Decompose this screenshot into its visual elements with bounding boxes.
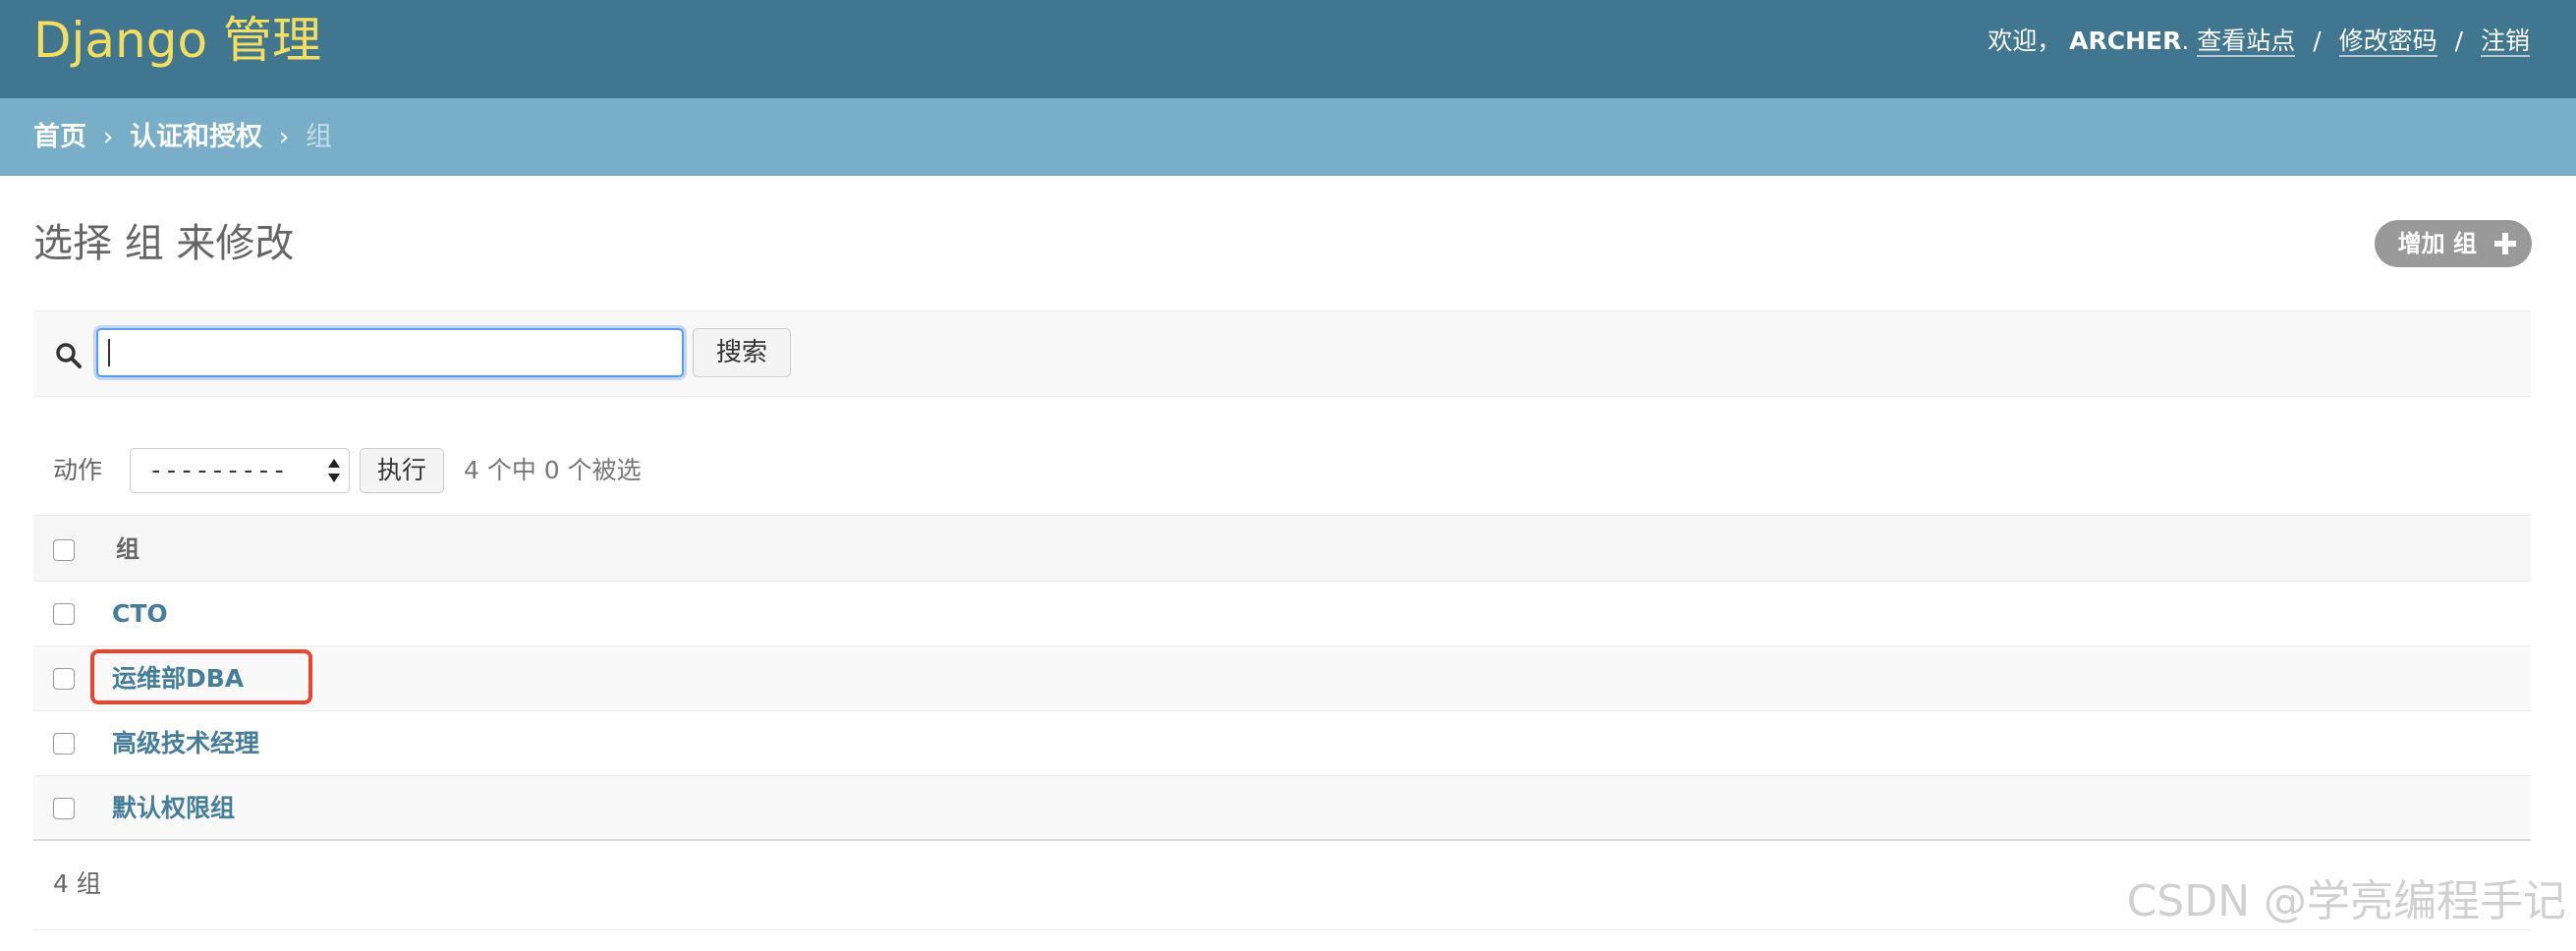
group-link[interactable]: CTO bbox=[112, 595, 168, 633]
logout-link[interactable]: 注销 bbox=[2480, 27, 2530, 57]
group-link[interactable]: 默认权限组 bbox=[112, 790, 235, 827]
watermark: CSDN @学亮编程手记 bbox=[2126, 876, 2566, 926]
breadcrumb-home[interactable]: 首页 bbox=[33, 122, 86, 152]
paginator: 4 组 bbox=[53, 869, 101, 898]
action-select-value: --------- bbox=[148, 456, 287, 485]
breadcrumb-app[interactable]: 认证和授权 bbox=[130, 122, 262, 152]
text-caret bbox=[108, 339, 110, 366]
breadcrumb-separator: › bbox=[278, 122, 290, 152]
select-arrows-icon bbox=[327, 459, 341, 482]
user-tools: 欢迎， ARCHER. 查看站点 / 修改密码 / 注销 bbox=[1988, 25, 2530, 58]
change-password-link[interactable]: 修改密码 bbox=[2338, 27, 2437, 57]
separator: / bbox=[2454, 27, 2464, 55]
add-group-button[interactable]: 增加 组 bbox=[2374, 220, 2532, 267]
actions-bar: 动作 --------- 执行 4 个中 0 个被选 bbox=[33, 444, 918, 497]
table-row: 高级技术经理 bbox=[33, 711, 2531, 776]
group-link[interactable]: 运维部DBA bbox=[112, 660, 244, 698]
plus-icon bbox=[2494, 233, 2516, 254]
username-suffix: . bbox=[2181, 27, 2190, 55]
page-title: 选择 组 来修改 bbox=[33, 221, 295, 266]
separator: / bbox=[2313, 27, 2322, 55]
group-link[interactable]: 高级技术经理 bbox=[112, 725, 259, 762]
row-checkbox[interactable] bbox=[53, 798, 75, 819]
action-go-button[interactable]: 执行 bbox=[360, 448, 444, 493]
add-group-label: 增加 组 bbox=[2397, 230, 2477, 257]
row-checkbox[interactable] bbox=[53, 733, 75, 755]
row-checkbox[interactable] bbox=[53, 668, 75, 690]
welcome-text: 欢迎， bbox=[1988, 27, 2062, 55]
breadcrumb-current: 组 bbox=[306, 122, 332, 152]
username: ARCHER bbox=[2069, 27, 2182, 55]
row-checkbox[interactable] bbox=[53, 603, 75, 625]
result-table: 组 CTO 运维部DBA 高级技术经理 默认权限组 bbox=[33, 515, 2531, 841]
column-header-group[interactable]: 组 bbox=[116, 531, 140, 567]
breadcrumb-separator: › bbox=[102, 122, 114, 152]
table-row: CTO bbox=[33, 582, 2531, 646]
select-all-checkbox[interactable] bbox=[53, 539, 75, 561]
header: Django 管理 欢迎， ARCHER. 查看站点 / 修改密码 / 注销 bbox=[0, 0, 2576, 98]
action-select[interactable]: --------- bbox=[130, 448, 350, 493]
site-title[interactable]: Django 管理 bbox=[33, 10, 321, 71]
breadcrumb: 首页 › 认证和授权 › 组 bbox=[0, 98, 2576, 176]
action-label: 动作 bbox=[53, 456, 103, 484]
view-site-link[interactable]: 查看站点 bbox=[2197, 27, 2296, 57]
search-icon bbox=[56, 343, 82, 368]
table-header-row: 组 bbox=[33, 515, 2531, 582]
divider bbox=[33, 929, 2531, 930]
action-counter: 4 个中 0 个被选 bbox=[464, 456, 642, 484]
search-toolbar: 搜索 bbox=[33, 310, 2531, 397]
table-row: 运维部DBA bbox=[33, 646, 2531, 711]
table-row: 默认权限组 bbox=[33, 776, 2531, 841]
search-button[interactable]: 搜索 bbox=[693, 328, 791, 377]
search-input[interactable] bbox=[96, 328, 684, 377]
